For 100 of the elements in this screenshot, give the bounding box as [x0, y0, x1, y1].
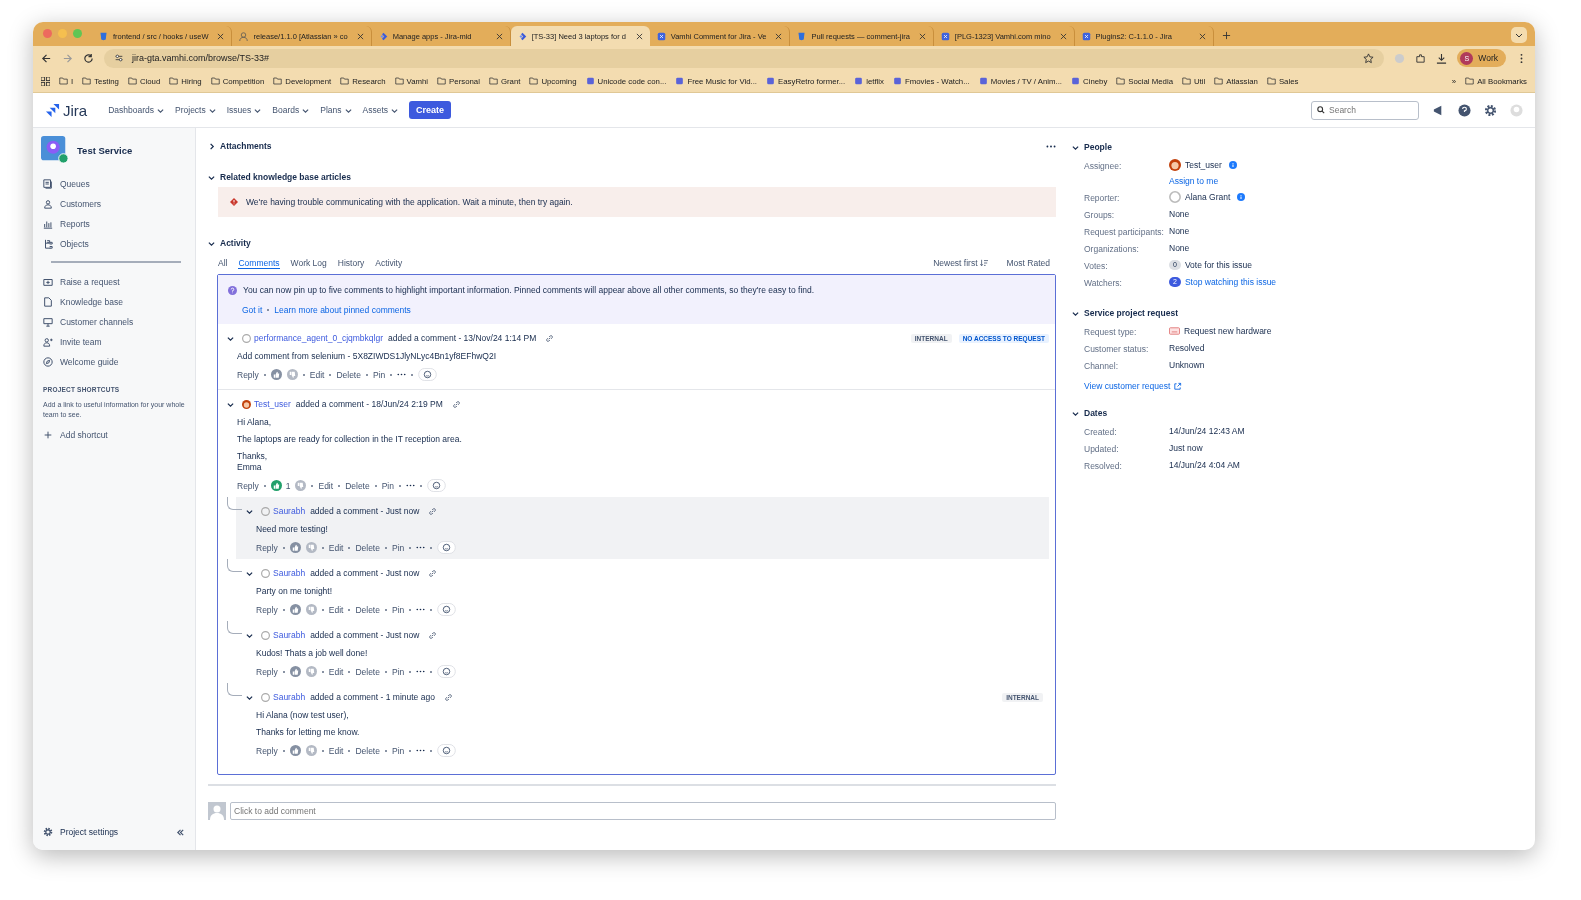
chevron-down-icon[interactable] [1072, 409, 1079, 417]
comment-action[interactable]: Delete [345, 480, 370, 491]
nav-menu[interactable]: Plans [320, 105, 342, 115]
thumbs-down-icon[interactable] [295, 480, 307, 491]
bar-chart-icon[interactable] [43, 219, 53, 229]
more-icon[interactable] [406, 484, 415, 487]
queue-icon[interactable] [43, 179, 53, 189]
new-tab-icon[interactable] [1221, 31, 1231, 40]
collapse-icon[interactable] [176, 827, 185, 837]
folder-icon[interactable] [1181, 77, 1191, 85]
hierarchy-icon[interactable] [43, 239, 53, 249]
comment-action[interactable]: Delete [355, 604, 380, 615]
close-icon[interactable] [356, 32, 364, 40]
chevron-down-icon[interactable] [246, 569, 253, 577]
close-icon[interactable] [918, 32, 926, 40]
author-link[interactable]: Saurabh [273, 506, 306, 516]
comment-action[interactable]: Pin [391, 542, 405, 553]
caret-icon[interactable] [157, 106, 164, 114]
search-field[interactable]: Search [1311, 100, 1419, 120]
thumbs-down-icon[interactable] [305, 542, 317, 553]
folder-icon[interactable] [394, 77, 404, 85]
add-reaction-icon[interactable] [427, 479, 446, 492]
tab-search-icon[interactable] [1511, 27, 1527, 43]
folder-icon[interactable] [1214, 77, 1224, 85]
info-icon[interactable] [1237, 193, 1246, 201]
thumbs-up-icon[interactable] [289, 745, 301, 756]
activity-tab[interactable]: Comments [238, 257, 280, 269]
nav-menu[interactable]: Issues [226, 105, 252, 115]
reply-link[interactable]: Reply [256, 542, 278, 553]
more-icon[interactable] [416, 608, 426, 611]
thumbs-up-icon[interactable] [289, 666, 301, 677]
comment-action[interactable]: Edit [328, 604, 344, 615]
download-icon[interactable] [1436, 52, 1448, 64]
create-button[interactable]: Create [409, 101, 452, 119]
folder-icon[interactable] [1465, 77, 1475, 85]
reply-link[interactable]: Reply [256, 745, 278, 756]
folder-icon[interactable] [1266, 77, 1276, 85]
assign-to-me-link[interactable]: Assign to me [1169, 173, 1237, 189]
add-request-icon[interactable] [43, 277, 53, 287]
site-icon[interactable] [675, 77, 685, 85]
folder-icon[interactable] [210, 77, 220, 85]
link-icon[interactable] [545, 333, 555, 343]
folder-icon[interactable] [340, 77, 350, 85]
site-icon[interactable] [854, 77, 864, 85]
help-icon[interactable] [1458, 103, 1471, 117]
chevron-down-icon[interactable] [208, 173, 215, 181]
learn-more-link[interactable]: Learn more about pinned comments [274, 305, 411, 315]
puzzle-icon[interactable] [1415, 52, 1427, 64]
jira-logo-icon[interactable] [45, 102, 60, 118]
reply-link[interactable]: Reply [237, 480, 259, 491]
add-shortcut-link[interactable]: Add shortcut [60, 430, 108, 440]
caret-icon[interactable] [391, 106, 399, 114]
more-icon[interactable] [416, 546, 426, 549]
site-icon[interactable] [766, 77, 776, 85]
chevron-down-icon[interactable] [227, 400, 234, 408]
nav-menu[interactable]: Boards [272, 105, 300, 115]
link-icon[interactable] [428, 506, 438, 516]
chevron-down-icon[interactable] [246, 693, 253, 701]
add-person-icon[interactable] [43, 337, 53, 347]
view-customer-request-link[interactable]: View customer request [1084, 381, 1171, 391]
logo-text[interactable]: Jira [63, 101, 88, 119]
comment-action[interactable]: Pin [391, 604, 405, 615]
people-icon[interactable] [43, 199, 53, 209]
sidebar-item[interactable]: Queues [60, 179, 90, 189]
reply-link[interactable]: Reply [237, 369, 259, 380]
comment-action[interactable]: Delete [355, 666, 380, 677]
link-icon[interactable] [428, 630, 438, 640]
author-link[interactable]: Saurabh [273, 692, 306, 702]
back-icon[interactable] [41, 52, 52, 64]
author-link[interactable]: Saurabh [273, 630, 306, 640]
caret-icon[interactable] [344, 106, 352, 114]
link-icon[interactable] [451, 399, 461, 409]
sidebar-item[interactable]: Objects [60, 239, 89, 249]
comment-action[interactable]: Pin [391, 745, 405, 756]
author-link[interactable]: Test_user [254, 399, 291, 409]
comment-action[interactable]: Pin [391, 666, 405, 677]
plus-icon[interactable] [43, 430, 53, 440]
folder-icon[interactable] [1116, 77, 1126, 85]
comment-action[interactable]: Delete [355, 542, 380, 553]
chevron-down-icon[interactable] [246, 631, 253, 639]
compass-icon[interactable] [43, 357, 53, 367]
close-icon[interactable] [217, 32, 225, 40]
comment-action[interactable]: Edit [328, 542, 344, 553]
add-reaction-icon[interactable] [437, 744, 457, 757]
sidebar-item[interactable]: Customers [60, 199, 102, 209]
close-icon[interactable] [495, 32, 503, 40]
comment-action[interactable]: Edit [309, 369, 325, 380]
caret-icon[interactable] [302, 106, 310, 114]
thumbs-up-icon[interactable] [270, 480, 282, 491]
reply-link[interactable]: Reply [256, 604, 278, 615]
more-icon[interactable] [1046, 144, 1056, 148]
chevron-right-icon[interactable] [208, 142, 215, 150]
nav-menu[interactable]: Dashboards [108, 105, 154, 115]
chevron-down-icon[interactable] [1072, 143, 1079, 151]
activity-tab[interactable]: History [337, 258, 365, 268]
thumbs-down-icon[interactable] [305, 745, 317, 756]
sidebar-item[interactable]: Customer channels [60, 317, 134, 327]
most-rated-toggle[interactable]: Most Rated [1006, 258, 1050, 268]
comment-action[interactable]: Pin [381, 480, 394, 491]
sidebar-item[interactable]: Reports [60, 219, 90, 229]
